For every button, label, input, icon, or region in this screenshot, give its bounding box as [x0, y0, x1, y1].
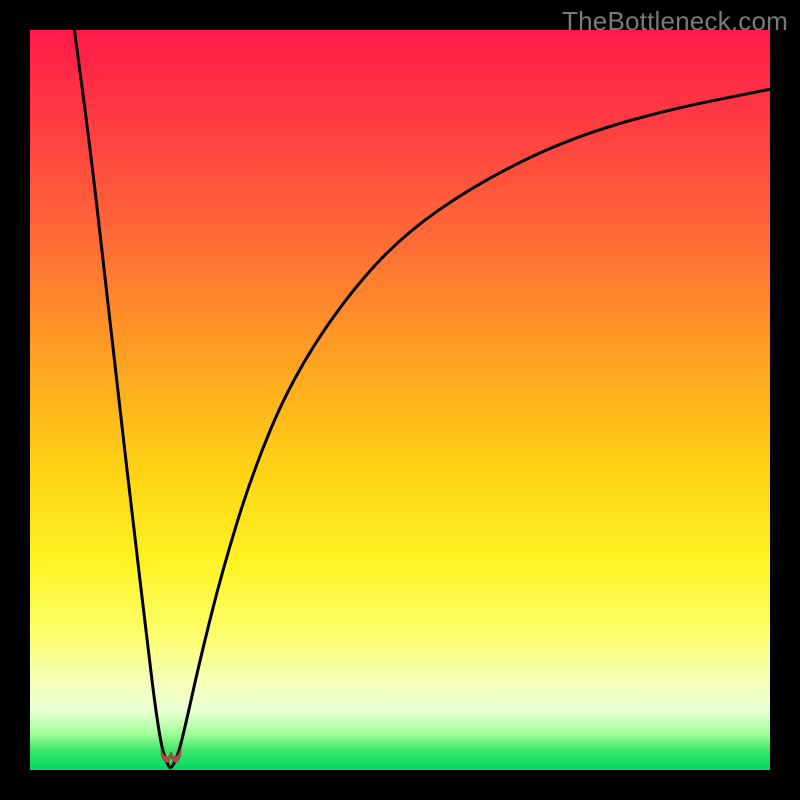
plot-area [30, 30, 770, 770]
bottleneck-curve [30, 30, 770, 770]
curve-path [74, 30, 770, 768]
chart-frame: TheBottleneck.com [0, 0, 800, 800]
